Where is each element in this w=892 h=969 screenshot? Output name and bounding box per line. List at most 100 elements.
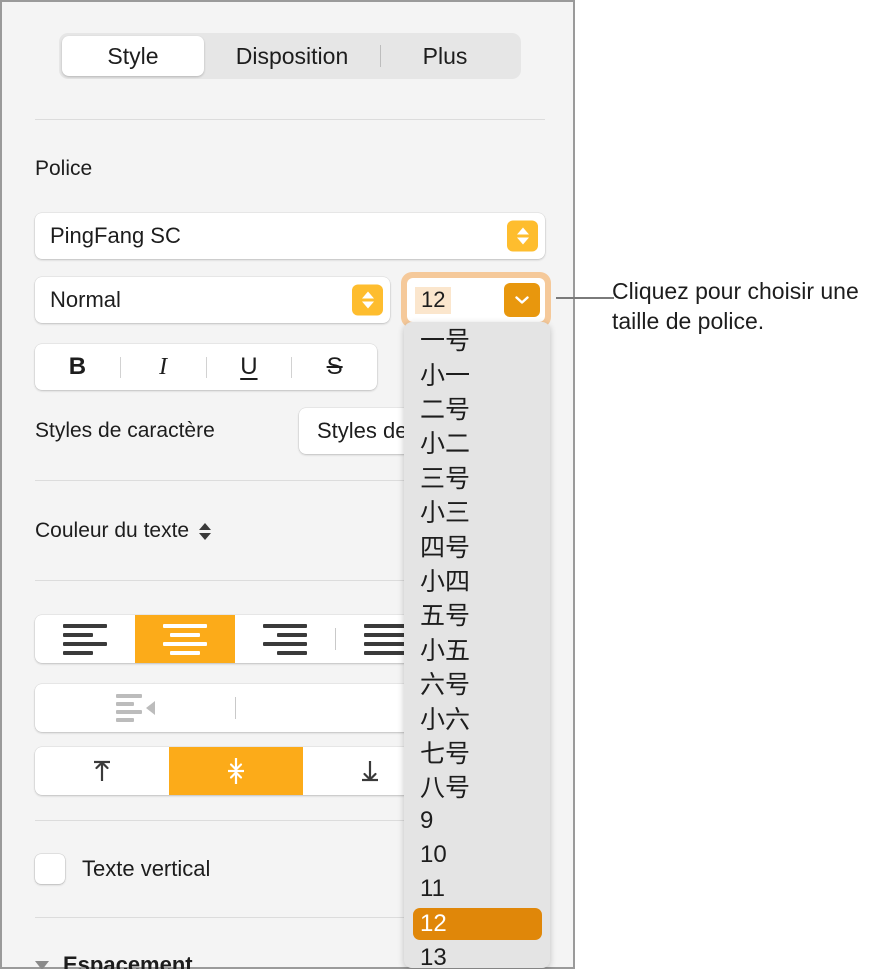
align-right-icon — [263, 623, 307, 655]
font-size-menu-item[interactable]: 小五 — [404, 632, 550, 666]
font-size-menu-item-label: 一号 — [420, 327, 471, 356]
vertical-text-checkbox[interactable] — [35, 854, 65, 884]
valign-top-button[interactable] — [35, 747, 169, 795]
valign-middle-button[interactable] — [169, 747, 303, 795]
tab-style[interactable]: Style — [62, 36, 204, 76]
chevron-down-glyph — [515, 296, 529, 304]
font-size-dropdown-menu[interactable]: 一号小一二号小二三号小三四号小四五号小五六号小六七号八号 9 10 11 12 13 — [404, 322, 550, 968]
font-size-menu-item-label: 三号 — [420, 464, 471, 493]
font-size-menu-list: 一号小一二号小二三号小三四号小四五号小五六号小六七号八号 9 10 11 12 13 — [404, 322, 550, 968]
paragraph-alignment-group — [35, 615, 437, 663]
tab-disposition[interactable]: Disposition — [204, 36, 380, 76]
text-color-disclosure[interactable]: Couleur du texte — [35, 519, 212, 543]
font-family-select[interactable]: PingFang SC — [35, 213, 545, 259]
character-styles-button-label: Styles de caractère — [317, 418, 417, 443]
decrease-indent-icon — [115, 694, 155, 722]
font-size-menu-item[interactable]: 五号 — [404, 597, 550, 631]
tab-disposition-label: Disposition — [235, 42, 349, 69]
indent-group — [35, 684, 437, 732]
align-right-button[interactable] — [235, 615, 335, 663]
font-size-menu-item[interactable]: 小二 — [404, 425, 550, 459]
bold-label: B — [68, 353, 87, 380]
font-size-menu-item-label: 小二 — [420, 430, 471, 459]
font-size-menu-item[interactable]: 三号 — [404, 460, 550, 494]
font-size-menu-item-label: 11 — [420, 875, 445, 903]
vertical-text-row[interactable]: Texte vertical — [35, 854, 210, 884]
font-size-menu-item-label: 12 — [420, 909, 447, 937]
font-size-focus-ring: 12 — [401, 272, 551, 328]
font-size-menu-item[interactable]: 六号 — [404, 666, 550, 700]
screenshot-root: Style Disposition Plus Police PingFang S… — [0, 0, 892, 969]
callout-leader-line — [556, 297, 614, 299]
font-size-menu-item-label: 10 — [420, 841, 447, 869]
font-size-menu-item-label: 四号 — [420, 533, 471, 562]
inspector-tabbar: Style Disposition Plus — [59, 33, 521, 79]
font-size-menu-item-label: 小四 — [420, 567, 471, 596]
underline-label: U — [240, 353, 258, 380]
font-size-menu-item[interactable]: 小一 — [404, 356, 550, 390]
font-size-menu-item[interactable]: 9 — [404, 803, 550, 837]
callout-text: Cliquez pour choisir une taille de polic… — [612, 278, 859, 334]
font-size-menu-item-label: 八号 — [420, 774, 471, 803]
font-style-select[interactable]: Normal — [35, 277, 390, 323]
font-size-menu-item-label: 七号 — [420, 739, 471, 768]
font-size-menu-item-label: 二号 — [420, 395, 471, 424]
font-size-menu-item-label: 9 — [420, 806, 434, 834]
font-size-menu-item-label: 五号 — [420, 602, 471, 631]
italic-button[interactable]: I — [121, 344, 206, 390]
font-family-value: PingFang SC — [50, 223, 181, 248]
vertical-alignment-group — [35, 747, 437, 795]
spacing-section-label: Espacement — [63, 952, 193, 969]
typeface-button-group: B I U S — [35, 344, 377, 390]
font-size-menu-item-label: 13 — [420, 944, 447, 968]
font-size-menu-item[interactable]: 10 — [404, 838, 550, 872]
italic-label: I — [159, 353, 168, 380]
align-left-button[interactable] — [35, 615, 135, 663]
align-center-icon — [163, 623, 207, 655]
underline-button[interactable]: U — [207, 344, 292, 390]
disclosure-updown-icon[interactable] — [199, 522, 212, 540]
align-justify-icon — [363, 623, 408, 655]
font-size-value[interactable]: 12 — [415, 286, 452, 314]
font-style-value: Normal — [50, 287, 121, 312]
tab-plus[interactable]: Plus — [381, 36, 509, 76]
font-size-menu-item-label: 小三 — [420, 499, 471, 528]
font-size-menu-item[interactable]: 小三 — [404, 494, 550, 528]
font-size-menu-item-label: 小五 — [420, 636, 471, 665]
font-size-menu-item[interactable]: 四号 — [404, 528, 550, 562]
font-size-menu-item[interactable]: 12 — [404, 907, 550, 941]
font-size-menu-item-label: 小一 — [420, 361, 471, 390]
font-size-menu-item[interactable]: 二号 — [404, 391, 550, 425]
align-center-button[interactable] — [135, 615, 235, 663]
bold-button[interactable]: B — [35, 344, 120, 390]
valign-middle-icon — [228, 758, 244, 784]
text-color-label: Couleur du texte — [35, 519, 190, 542]
chevron-down-icon[interactable] — [504, 283, 540, 317]
spacing-section-header[interactable]: Espacement — [35, 952, 193, 969]
font-size-menu-item[interactable]: 小四 — [404, 563, 550, 597]
decrease-indent-button[interactable] — [35, 684, 235, 732]
font-size-menu-item[interactable]: 一号 — [404, 322, 550, 356]
font-size-menu-item[interactable]: 小六 — [404, 700, 550, 734]
vertical-text-label: Texte vertical — [82, 856, 211, 881]
valign-bottom-icon — [362, 761, 378, 782]
divider-top — [35, 119, 545, 120]
strikethrough-label: S — [326, 353, 343, 380]
tab-plus-label: Plus — [422, 42, 468, 69]
stepper-updown-icon[interactable] — [507, 220, 538, 252]
font-size-menu-item-label: 六号 — [420, 671, 471, 700]
strikethrough-button[interactable]: S — [292, 344, 377, 390]
font-section-label: Police — [35, 157, 93, 180]
character-styles-popup-button[interactable]: Styles de caractère — [299, 408, 417, 454]
font-size-menu-item[interactable]: 七号 — [404, 735, 550, 769]
font-size-menu-item[interactable]: 13 — [404, 941, 550, 968]
font-size-combo[interactable]: 12 — [407, 278, 545, 322]
font-size-menu-item[interactable]: 八号 — [404, 769, 550, 803]
character-styles-label: Styles de caractère — [35, 419, 215, 442]
valign-top-icon — [94, 760, 110, 781]
font-size-menu-item[interactable]: 11 — [404, 872, 550, 906]
font-size-menu-item-label: 小六 — [420, 705, 471, 734]
stepper-updown-icon[interactable] — [352, 284, 383, 316]
chevron-down-icon[interactable] — [35, 960, 49, 969]
align-left-icon — [63, 623, 107, 655]
